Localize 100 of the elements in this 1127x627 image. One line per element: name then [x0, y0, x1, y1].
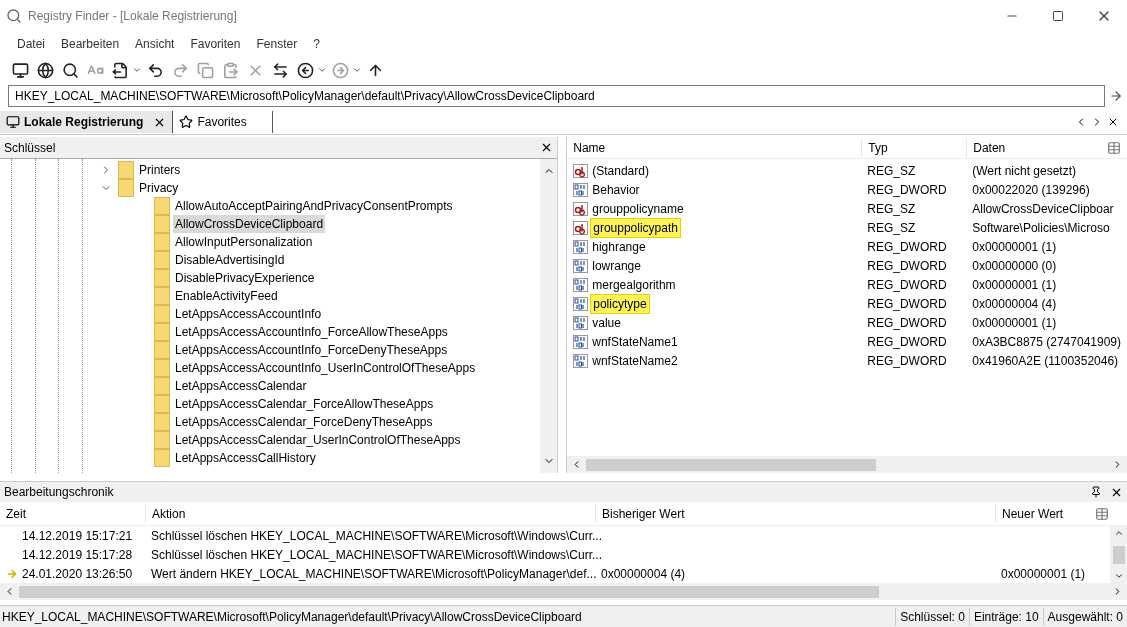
- vertical-scrollbar[interactable]: [1110, 526, 1127, 583]
- folder-icon: [154, 251, 170, 269]
- column-header[interactable]: Typ: [861, 138, 967, 157]
- value-name: wnfStateName1: [591, 333, 679, 351]
- tree-item[interactable]: AllowCrossDeviceClipboard: [173, 215, 326, 233]
- app-icon: [6, 8, 22, 24]
- table-cell-text: REG_SZ: [866, 219, 917, 237]
- table-cell-text: Wert ändern HKEY_LOCAL_MACHINE\SOFTWARE\Microsoft\PolicyManager\def...: [151, 565, 597, 583]
- tree-item[interactable]: AllowAutoAcceptPairingAndPrivacyConsentPrompts: [173, 197, 455, 215]
- value-name: wnfStateName2: [591, 352, 679, 370]
- horizontal-scrollbar[interactable]: [567, 456, 1127, 473]
- column-header[interactable]: Aktion: [145, 504, 595, 523]
- star-icon: [179, 115, 194, 129]
- value-name: (Standard): [591, 162, 650, 180]
- status-text: Einträge: 10: [968, 607, 1043, 626]
- folder-icon: [154, 341, 170, 359]
- scroll-down-icon[interactable]: [1113, 571, 1124, 581]
- menu-item[interactable]: Bearbeiten: [54, 35, 127, 53]
- table-cell-text: REG_DWORD: [866, 276, 948, 294]
- tree-item[interactable]: DisablePrivacyExperience: [173, 269, 317, 287]
- table-cell-text: REG_DWORD: [866, 181, 948, 199]
- menu-item[interactable]: Favoriten: [183, 35, 248, 53]
- scrollbar-thumb[interactable]: [19, 585, 879, 598]
- table-cell-text: (Wert nicht gesetzt): [971, 162, 1078, 180]
- scrollbar-thumb[interactable]: [1112, 545, 1125, 564]
- maximize-icon[interactable]: [1052, 10, 1064, 22]
- tree-item[interactable]: LetAppsAccessAccountInfo_ForceAllowTheseApps: [173, 323, 450, 341]
- folder-icon: [154, 377, 170, 395]
- menu-item[interactable]: Ansicht: [128, 35, 182, 53]
- value-name: lowrange: [591, 257, 642, 275]
- column-header[interactable]: Neuer Wert: [995, 504, 1085, 523]
- scroll-up-icon[interactable]: [1113, 528, 1124, 538]
- tree-item[interactable]: LetAppsAccessCalendar_ForceAllowTheseApps: [173, 395, 436, 413]
- column-chooser-icon[interactable]: [1107, 140, 1121, 155]
- export-icon[interactable]: [111, 61, 129, 79]
- panel-title: Schlüssel: [4, 139, 56, 157]
- string-value-icon: [573, 163, 589, 178]
- caret-icon: [132, 65, 142, 75]
- binary-value-icon: [573, 277, 589, 292]
- folder-icon: [154, 395, 170, 413]
- table-cell-text: REG_SZ: [866, 162, 917, 180]
- table-cell-text: 0x41960A2E (1100352046): [971, 352, 1120, 370]
- menu-item[interactable]: Datei: [10, 35, 52, 53]
- back-icon[interactable]: [296, 61, 314, 79]
- paste-icon[interactable]: [221, 61, 239, 79]
- table-cell-text: REG_DWORD: [866, 333, 948, 351]
- tree-item[interactable]: LetAppsAccessCallHistory: [173, 449, 318, 467]
- scrollbar-thumb[interactable]: [586, 458, 877, 471]
- binary-value-icon: [573, 334, 589, 349]
- string-value-icon: [573, 201, 589, 216]
- table-cell-text: 14.12.2019 15:17:21: [22, 527, 133, 545]
- tree-item[interactable]: LetAppsAccessAccountInfo_UserInControlOfTheseApps: [173, 359, 478, 377]
- go-icon[interactable]: [1109, 89, 1123, 103]
- folder-icon: [154, 359, 170, 377]
- folder-icon: [154, 233, 170, 251]
- tree-item[interactable]: AllowInputPersonalization: [173, 233, 315, 251]
- column-header[interactable]: Zeit: [0, 504, 145, 523]
- search-icon[interactable]: [61, 61, 79, 79]
- close-icon[interactable]: [1107, 116, 1119, 128]
- menu-item[interactable]: ?: [306, 35, 327, 53]
- menu-item[interactable]: Fenster: [249, 35, 305, 53]
- folder-icon: [154, 323, 170, 341]
- network-computer-icon[interactable]: [36, 61, 54, 79]
- tree-item[interactable]: Privacy: [137, 179, 181, 197]
- tree-item[interactable]: DisableAdvertisingId: [173, 251, 287, 269]
- swap-arrows-icon[interactable]: [271, 61, 289, 79]
- copy-icon[interactable]: [196, 61, 214, 79]
- tree-item[interactable]: LetAppsAccessCalendar_ForceDenyTheseApps: [173, 413, 435, 431]
- computer-icon[interactable]: [11, 61, 29, 79]
- value-name: grouppolicyname: [591, 200, 685, 218]
- panel-title: Bearbeitungschronik: [4, 484, 114, 501]
- status-text: Ausgewählt: 0: [1042, 607, 1127, 626]
- address-field[interactable]: HKEY_LOCAL_MACHINE\SOFTWARE\Microsoft\PolicyManager\default\Privacy\AllowCrossDeviceClipboard: [8, 85, 1105, 107]
- pin-icon[interactable]: [1090, 486, 1102, 498]
- table-cell-text: REG_SZ: [866, 200, 917, 218]
- redo-icon[interactable]: [171, 61, 189, 79]
- computer-icon: [6, 115, 20, 129]
- vertical-scrollbar[interactable]: [540, 159, 558, 473]
- tree-item[interactable]: LetAppsAccessCalendar_UserInControlOfTheseApps: [173, 431, 463, 449]
- tree-item[interactable]: EnableActivityFeed: [173, 287, 280, 305]
- column-header[interactable]: Name: [567, 138, 862, 157]
- tree-item[interactable]: Printers: [137, 161, 183, 179]
- forward-icon[interactable]: [331, 61, 349, 79]
- undo-icon[interactable]: [146, 61, 164, 79]
- column-header[interactable]: Daten: [966, 138, 1107, 157]
- folder-icon: [118, 179, 134, 197]
- binary-value-icon: [573, 296, 589, 311]
- column-chooser-icon[interactable]: [1095, 506, 1109, 521]
- table-cell-text: 0x00000001 (1): [971, 238, 1058, 256]
- caret-icon: [317, 65, 327, 75]
- table-cell: 0x00000004 (4): [601, 566, 686, 581]
- column-header[interactable]: Bisheriger Wert: [595, 504, 995, 523]
- tab[interactable]: Lokale Registrierung: [0, 111, 174, 133]
- tree-item[interactable]: LetAppsAccessAccountInfo_ForceDenyTheseApps: [173, 341, 450, 359]
- tree-item[interactable]: LetAppsAccessCalendar: [173, 377, 309, 395]
- table-cell-text: 0x00000000 (0): [971, 257, 1058, 275]
- tree-item[interactable]: LetAppsAccessAccountInfo: [173, 305, 324, 323]
- table-cell-text: 0x00000001 (1): [971, 314, 1058, 332]
- value-name: value: [591, 314, 622, 332]
- horizontal-scrollbar[interactable]: [0, 583, 1127, 600]
